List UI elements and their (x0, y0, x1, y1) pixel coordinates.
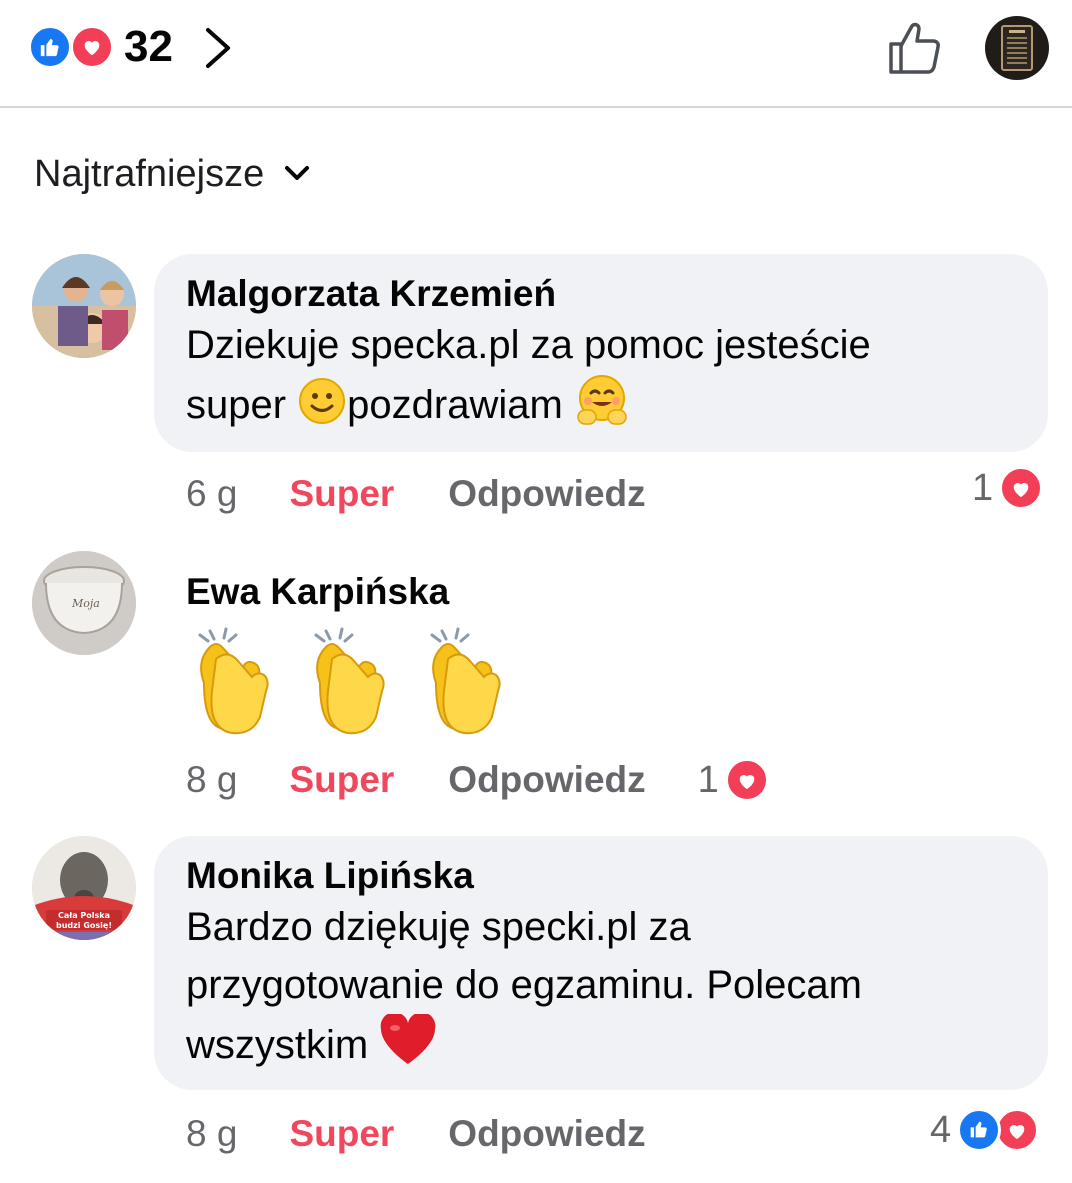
comment-text: Bardzo dziękuję specki.pl za przygotowan… (186, 898, 1016, 1074)
sort-dropdown[interactable]: Najtrafniejsze (34, 150, 310, 198)
comment-actions: 8 g Super Odpowiedz (186, 1112, 646, 1156)
reply-button[interactable]: Odpowiedz (448, 1112, 645, 1156)
smiling-face-emoji-icon (299, 378, 346, 424)
comment-time[interactable]: 6 g (186, 472, 237, 516)
love-reaction-icon (995, 1108, 1040, 1152)
comment-text-line: Bardzo dziękuję specki.pl za (186, 905, 691, 949)
comment-bubble[interactable]: Malgorzata Krzemień Dziekuje specka.pl z… (154, 254, 1048, 452)
red-heart-emoji-icon (380, 1014, 436, 1064)
comment-text-line: Dziekuje specka.pl za pomoc jesteście (186, 323, 871, 367)
comment-actions: 8 g Super Odpowiedz 1 (186, 758, 769, 802)
love-reaction-icon (724, 758, 769, 802)
thumb-up-icon[interactable] (885, 18, 945, 78)
chevron-down-icon (285, 166, 310, 180)
sort-label: Najtrafniejsze (34, 153, 265, 195)
comment-reaction-count: 4 (930, 1108, 952, 1151)
like-reaction-icon (28, 25, 72, 69)
commenter-avatar[interactable]: Cała Polska budzi Gosię! (32, 836, 136, 940)
profile-avatar[interactable] (985, 16, 1049, 80)
comment-time[interactable]: 8 g (186, 1112, 237, 1156)
comment-reaction-count: 1 (697, 759, 719, 801)
comment-time[interactable]: 8 g (186, 758, 237, 802)
reply-button[interactable]: Odpowiedz (448, 758, 645, 802)
svg-text:Moja: Moja (71, 597, 100, 610)
reply-button[interactable]: Odpowiedz (448, 472, 645, 516)
like-reaction-icon (957, 1108, 1002, 1152)
react-button[interactable]: Super (289, 758, 394, 802)
reactions-header: 32 (0, 0, 1072, 108)
reaction-count[interactable]: 32 (124, 22, 173, 72)
comment-text: Dziekuje specka.pl za pomoc jesteście su… (186, 316, 1016, 434)
comment-text-line: wszystkim (186, 1023, 380, 1067)
comment-author[interactable]: Malgorzata Krzemień (186, 272, 1016, 316)
comment-reaction-summary[interactable]: 1 (972, 466, 1044, 510)
hugging-face-emoji-icon (577, 375, 627, 425)
chevron-right-icon[interactable] (200, 26, 234, 70)
svg-text:Cała Polska: Cała Polska (58, 911, 110, 920)
comment-actions: 6 g Super Odpowiedz (186, 472, 646, 516)
react-button[interactable]: Super (289, 472, 394, 516)
clapping-hands-emoji-icon (198, 627, 502, 735)
comment-text-line: super (186, 383, 298, 427)
comment-reaction-summary[interactable]: 4 (930, 1108, 1040, 1152)
love-reaction-icon (70, 25, 114, 69)
comment-text-line: przygotowanie do egzaminu. Polecam (186, 963, 862, 1007)
comment-author[interactable]: Monika Lipińska (186, 854, 1016, 898)
comment-text-line: pozdrawiam (347, 383, 574, 427)
react-button[interactable]: Super (289, 1112, 394, 1156)
comment-reaction-count: 1 (972, 466, 994, 509)
svg-text:budzi Gosię!: budzi Gosię! (56, 921, 112, 930)
comment-author[interactable]: Ewa Karpińska (186, 570, 449, 614)
commenter-avatar[interactable]: Moja (32, 551, 136, 655)
comment-bubble[interactable]: Monika Lipińska Bardzo dziękuję specki.p… (154, 836, 1048, 1090)
comment-emoji-content (186, 625, 536, 737)
comment-reaction-summary[interactable]: 1 (698, 758, 769, 802)
love-reaction-icon (999, 466, 1044, 510)
commenter-avatar[interactable] (32, 254, 136, 358)
